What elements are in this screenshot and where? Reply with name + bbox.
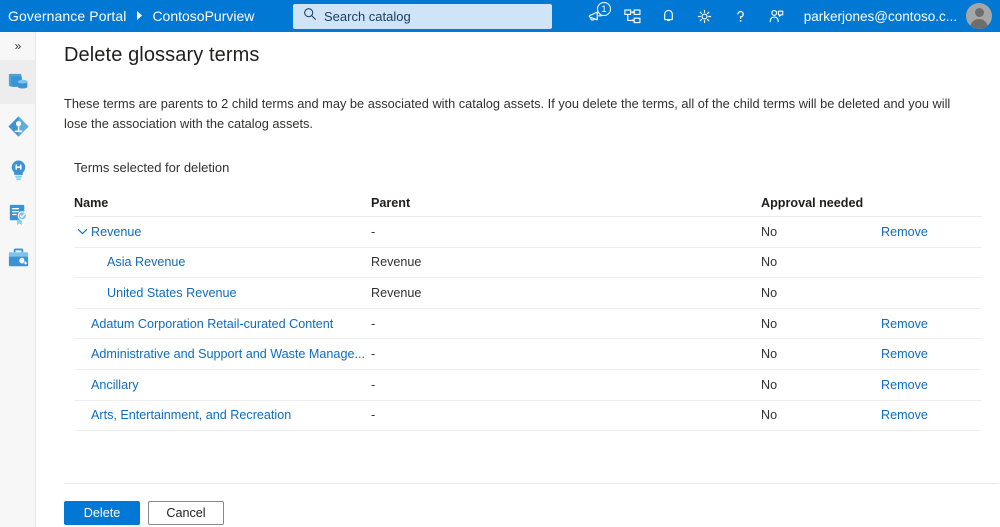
breadcrumb-contoso-purview[interactable]: ContosoPurview (152, 8, 254, 24)
app-root: Governance Portal ContosoPurview Search … (0, 0, 1000, 527)
term-parent-value: Revenue (371, 255, 421, 269)
search-input[interactable]: Search catalog (293, 4, 552, 29)
double-chevron-right-icon: » (15, 39, 22, 53)
remove-term-link[interactable]: Remove (881, 347, 928, 361)
management-toolbox-icon (6, 246, 31, 271)
approval-needed-value: No (761, 408, 777, 422)
user-avatar-icon[interactable] (966, 3, 992, 29)
column-header-approval-needed: Approval needed (761, 196, 881, 210)
term-parent-value: Revenue (371, 286, 421, 300)
approval-needed-value: No (761, 378, 777, 392)
announcement-icon[interactable]: 1 (578, 0, 614, 32)
search-icon (303, 7, 317, 26)
term-parent-value: - (371, 408, 375, 422)
remove-term-link[interactable]: Remove (881, 408, 928, 422)
cancel-button[interactable]: Cancel (148, 501, 224, 525)
table-row: Asia Revenue Revenue No (74, 248, 982, 279)
approval-needed-value: No (761, 225, 777, 239)
table-row: Revenue - No Remove (74, 217, 982, 248)
remove-term-link[interactable]: Remove (881, 225, 928, 239)
remove-term-link[interactable]: Remove (881, 317, 928, 331)
footer-divider (64, 483, 999, 484)
sidebar-item-management[interactable] (0, 236, 36, 280)
table-header-row: Name Parent Approval needed (74, 190, 982, 217)
approval-needed-value: No (761, 347, 777, 361)
data-map-icon (6, 114, 31, 139)
term-name-link[interactable]: Ancillary (91, 378, 139, 392)
help-question-icon[interactable] (722, 0, 758, 32)
table-body: Revenue-NoRemoveAsia RevenueRevenueNoUni… (74, 217, 982, 431)
term-name-link[interactable]: Asia Revenue (107, 255, 185, 269)
expand-nav-button[interactable]: » (0, 32, 36, 60)
term-parent-value: - (371, 347, 375, 361)
settings-gear-icon[interactable] (686, 0, 722, 32)
header-icon-group: 1 (578, 0, 794, 32)
approval-needed-value: No (761, 255, 777, 269)
table-row: Administrative and Support and Waste Man… (74, 339, 982, 370)
chevron-right-icon (136, 11, 143, 22)
sidebar-item-data-catalog[interactable] (0, 60, 36, 104)
delete-button[interactable]: Delete (64, 501, 140, 525)
term-name-link[interactable]: Administrative and Support and Waste Man… (91, 347, 365, 361)
column-header-name: Name (74, 196, 371, 210)
user-email-label: parkerjones@contoso.c... (804, 9, 957, 24)
approval-needed-value: No (761, 286, 777, 300)
notifications-bell-icon[interactable] (650, 0, 686, 32)
warning-description-text: These terms are parents to 2 child terms… (64, 94, 964, 134)
terms-section-label: Terms selected for deletion (74, 160, 229, 175)
sidebar-item-insights[interactable] (0, 148, 36, 192)
table-row: Ancillary - No Remove (74, 370, 982, 401)
term-parent-value: - (371, 317, 375, 331)
main-content-panel: Delete glossary terms These terms are pa… (36, 32, 1000, 527)
term-name-link[interactable]: Adatum Corporation Retail-curated Conten… (91, 317, 333, 331)
breadcrumb: Governance Portal ContosoPurview (0, 0, 254, 32)
term-name-link[interactable]: Arts, Entertainment, and Recreation (91, 408, 291, 422)
feedback-icon[interactable] (758, 0, 794, 32)
announcement-badge-count: 1 (597, 2, 611, 16)
footer-action-bar: Delete Cancel (64, 501, 224, 525)
breadcrumb-governance-portal[interactable]: Governance Portal (8, 8, 126, 24)
table-row: Arts, Entertainment, and Recreation - No Re… (74, 401, 982, 432)
table-row: Adatum Corporation Retail-curated Conten… (74, 309, 982, 340)
search-placeholder-text: Search catalog (324, 9, 411, 24)
top-header-bar: Governance Portal ContosoPurview Search … (0, 0, 1000, 32)
term-parent-value: - (371, 378, 375, 392)
sidebar-item-data-map[interactable] (0, 104, 36, 148)
left-navigation-rail: » (0, 32, 36, 527)
insights-lightbulb-icon (6, 158, 31, 183)
table-row: United States Revenue Revenue No (74, 278, 982, 309)
policy-certificate-icon (6, 202, 31, 227)
remove-term-link[interactable]: Remove (881, 378, 928, 392)
term-name-link[interactable]: United States Revenue (107, 286, 237, 300)
term-name-link[interactable]: Revenue (91, 225, 141, 239)
column-header-parent: Parent (371, 196, 761, 210)
data-map-icon[interactable] (614, 0, 650, 32)
sidebar-item-data-policy[interactable] (0, 192, 36, 236)
page-title: Delete glossary terms (64, 44, 260, 67)
approval-needed-value: No (761, 317, 777, 331)
terms-table: Name Parent Approval needed Revenue-NoRe… (74, 190, 982, 431)
user-account-menu[interactable]: parkerjones@contoso.c... (804, 0, 996, 32)
term-parent-value: - (371, 225, 375, 239)
data-catalog-icon (6, 70, 31, 95)
chevron-down-icon[interactable] (74, 226, 90, 237)
